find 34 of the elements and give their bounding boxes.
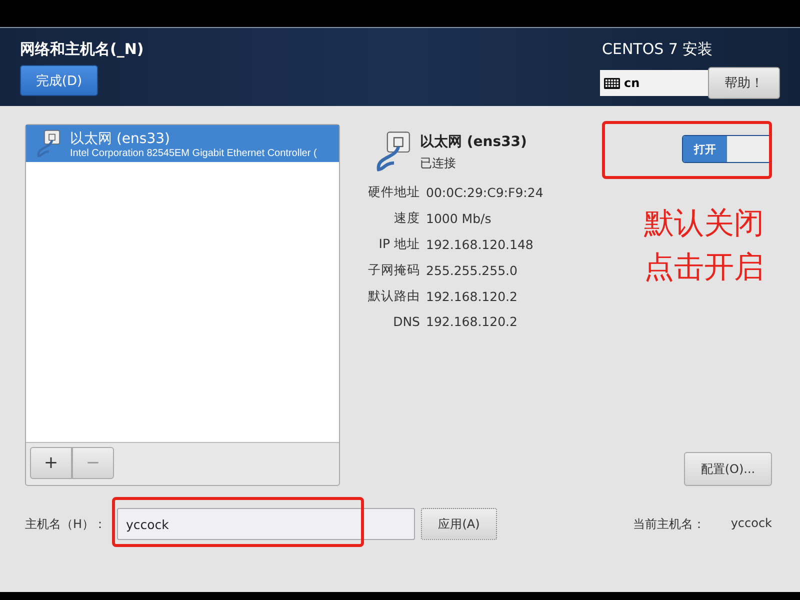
device-title: 以太网 (ens33) [420, 132, 527, 150]
property-value: 255.255.255.0 [426, 263, 518, 278]
apply-button[interactable]: 应用(A) [421, 508, 497, 540]
property-value: 00:0C:29:C9:F9:24 [426, 185, 544, 200]
keyboard-layout-indicator[interactable]: cn [600, 70, 708, 96]
annotation-text: 点击开启 [644, 249, 764, 287]
property-value: 192.168.120.2 [426, 289, 518, 304]
current-hostname-label: 当前主机名： [632, 516, 705, 532]
help-button[interactable]: 帮助！ [708, 67, 780, 99]
current-hostname-value: yccock [730, 516, 772, 532]
configure-button[interactable]: 配置(O)... [684, 452, 772, 486]
hostname-field[interactable]: yccock [117, 508, 415, 540]
add-device-button[interactable]: + [30, 447, 72, 479]
property-value: 1000 Mb/s [426, 211, 492, 226]
connection-status: 已连接 [420, 154, 457, 172]
property-label: IP 地址 [378, 236, 420, 253]
device-name: 以太网 (ens33) [70, 130, 171, 148]
property-label: 子网掩码 [367, 262, 420, 279]
device-list-item[interactable]: 以太网 (ens33) Intel Corporation 82545EM Gigabit Ethernet Controller ( [26, 125, 339, 162]
property-label: 硬件地址 [367, 184, 420, 201]
device-switch[interactable]: 打开 [682, 135, 772, 163]
property-value: 192.168.120.2 [426, 314, 518, 329]
layout-code: cn [624, 76, 640, 90]
property-value: 192.168.120.148 [426, 237, 534, 252]
keyboard-icon [604, 78, 620, 88]
done-button[interactable]: 完成(D) [20, 65, 98, 96]
product-title: CENTOS 7 安装 [601, 40, 713, 59]
hostname-label: 主机名（H）： [25, 516, 108, 532]
device-description: Intel Corporation 82545EM Gigabit Ethernet Controller ( [70, 148, 317, 158]
property-label: 默认路由 [367, 288, 420, 305]
property-label: 速度 [393, 210, 420, 227]
page-title: 网络和主机名(_N) [20, 40, 144, 59]
annotation-text: 默认关闭 [644, 205, 764, 243]
property-label: DNS [392, 314, 420, 329]
